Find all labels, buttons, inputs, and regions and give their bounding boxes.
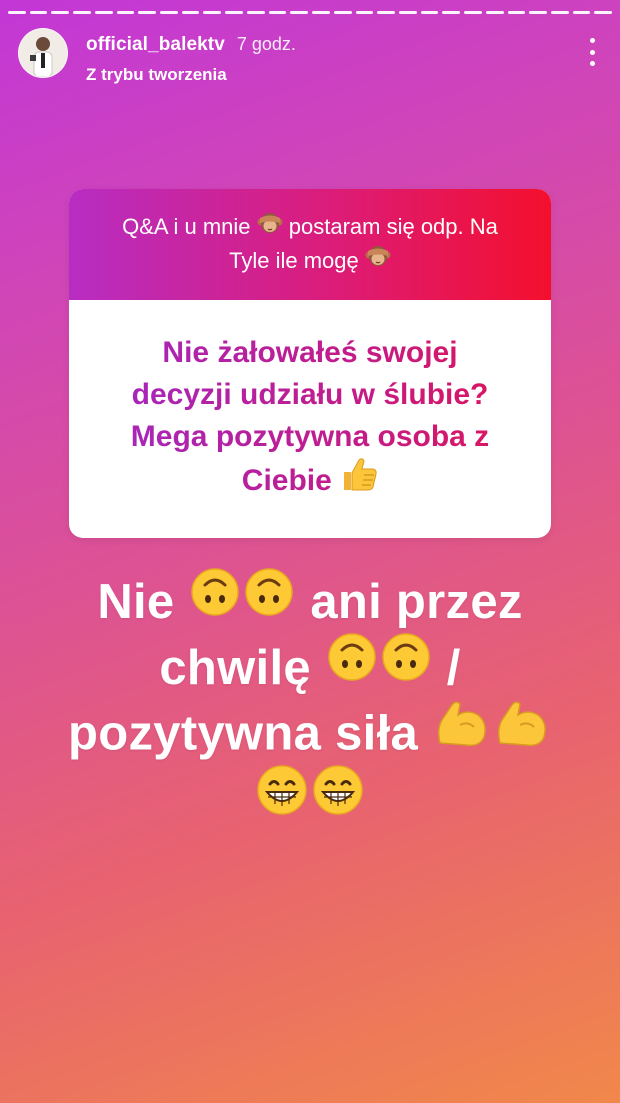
story-progress-segment [333,11,352,14]
see-no-evil-monkey-icon [365,244,391,276]
qa-prompt-text-1: Q&A i u mnie [122,214,251,240]
story-header: official_balektv 7 godz. Z trybu tworzen… [18,28,602,84]
qa-card-header: Q&A i u mnie postaram się odp. Na Tyle i… [69,189,551,300]
qa-card-body: Nie żałowałeś swojej decyzji udziału w ś… [69,300,551,538]
story-progress-segment [594,11,613,14]
story-progress-segment [377,11,395,14]
qa-question-line: Ciebie [241,463,332,497]
upside-down-face-icon [190,567,240,632]
story-progress-segment [420,11,439,14]
qa-question-card: Q&A i u mnie postaram się odp. Na Tyle i… [69,189,551,538]
story-progress-segment [138,11,157,14]
upside-down-face-icon [327,632,377,697]
story-progress-segment [485,11,504,14]
qa-question-line: Mega pozytywna osoba z [130,420,490,453]
answer-text: / [446,640,461,695]
qa-prompt-text-3: Tyle ile mogę [229,247,359,273]
story-progress-segment [225,11,243,14]
story-progress-segment [398,11,417,14]
answer-text: chwilę [159,640,311,695]
post-time: 7 godz. [236,34,296,54]
see-no-evil-monkey-icon [257,211,283,243]
story-progress-segment [73,11,91,14]
qa-question-line: Nie żałowałeś swojej [162,336,458,369]
story-progress-segment [246,11,265,14]
answer-text: pozytywna siła [68,706,419,761]
flexed-biceps-icon [494,697,550,764]
avatar[interactable] [18,28,68,78]
story-progress-segment [442,11,461,14]
upside-down-face-icon [381,632,431,697]
qa-question-text: Nie żałowałeś swojej decyzji udziału w ś… [131,332,489,506]
story-progress-bar [8,11,613,14]
thumbs-up-icon [340,456,378,504]
answer-text: ani przez [310,575,523,629]
story-progress-segment [29,11,48,14]
story-progress-segment [572,11,591,14]
created-with-label[interactable]: Z trybu tworzenia [86,65,296,85]
more-options-icon[interactable] [582,38,602,66]
story-progress-segment [550,11,569,14]
upside-down-face-icon [244,567,294,632]
story-progress-segment [290,11,309,14]
flexed-biceps-icon [434,697,490,764]
story-progress-segment [203,11,222,14]
story-progress-segment [160,11,178,14]
avatar-person-icon [19,29,67,77]
story-progress-segment [355,11,374,14]
story-progress-segment [51,11,70,14]
story-progress-segment [464,11,482,14]
story-progress-segment [529,11,547,14]
story-answer-text: Nie ani przez chwilę / pozytywna siła [30,567,590,837]
username[interactable]: official_balektv [86,34,225,56]
story-progress-segment [94,11,113,14]
qa-prompt-text-2: postaram się odp. Na [288,214,498,240]
story-progress-segment [507,11,526,14]
story-progress-segment [312,11,330,14]
grinning-face-icon [256,764,308,831]
answer-text: Nie [97,575,175,629]
qa-prompt: Q&A i u mnie postaram się odp. Na Tyle i… [122,211,498,277]
story-progress-segment [8,11,26,14]
story-progress-segment [268,11,287,14]
qa-question-line: decyzji udziału w ślubie? [131,378,489,411]
story-progress-segment [181,11,200,14]
story-progress-segment [116,11,135,14]
grinning-face-icon [312,764,364,831]
